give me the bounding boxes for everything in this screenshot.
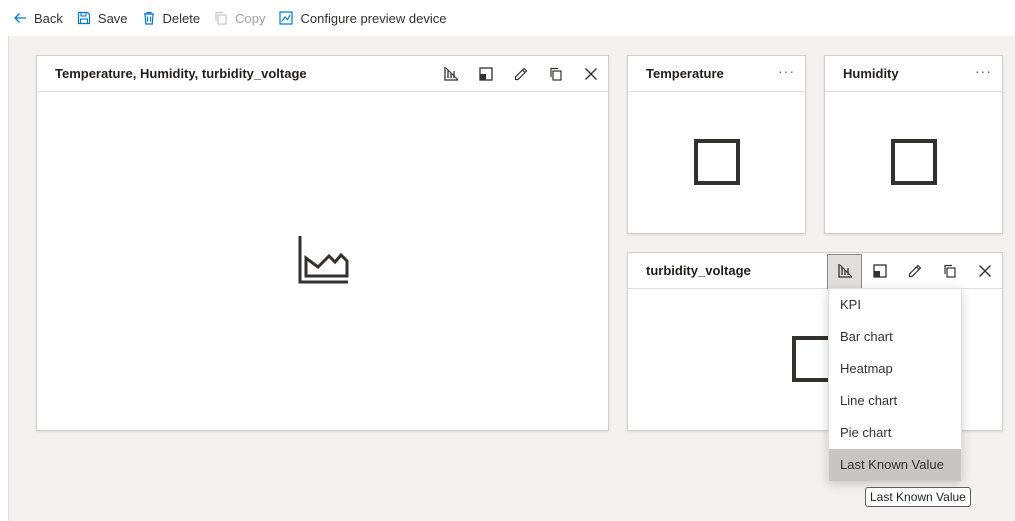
tile-size-icon bbox=[872, 264, 887, 278]
copy-icon bbox=[549, 67, 562, 81]
copy-icon bbox=[943, 264, 956, 278]
tile-header: turbidity_voltage bbox=[628, 253, 1002, 289]
tile-title: Temperature, Humidity, turbidity_voltage bbox=[55, 66, 307, 81]
save-icon bbox=[77, 11, 91, 25]
menu-item-bar-chart[interactable]: Bar chart bbox=[829, 321, 961, 353]
menu-item-heatmap[interactable]: Heatmap bbox=[829, 353, 961, 385]
remove-tile-button[interactable] bbox=[967, 254, 1002, 289]
tile-title: Humidity bbox=[843, 66, 899, 81]
copy-label: Copy bbox=[235, 10, 266, 26]
chart-type-icon bbox=[443, 67, 458, 81]
trash-icon bbox=[143, 11, 154, 25]
pencil-icon bbox=[514, 67, 527, 81]
delete-label: Delete bbox=[162, 10, 201, 26]
tile-header: Temperature ··· bbox=[628, 56, 805, 92]
change-visualization-button[interactable] bbox=[827, 253, 862, 289]
configure-preview-device-button[interactable]: Configure preview device bbox=[272, 0, 453, 36]
chart-type-icon bbox=[837, 264, 852, 278]
change-visualization-button[interactable] bbox=[433, 57, 468, 92]
menu-item-pie-chart[interactable]: Pie chart bbox=[829, 417, 961, 449]
save-button[interactable]: Save bbox=[70, 0, 135, 36]
close-icon bbox=[978, 265, 991, 277]
command-bar: Back Save Delete Copy Configure preview … bbox=[0, 0, 1015, 36]
tile-humidity[interactable]: Humidity ··· bbox=[824, 55, 1003, 234]
delete-button[interactable]: Delete bbox=[135, 0, 208, 36]
remove-tile-button[interactable] bbox=[573, 57, 608, 92]
tile-size-button[interactable] bbox=[468, 57, 503, 92]
tile-size-button[interactable] bbox=[862, 254, 897, 289]
tile-body bbox=[37, 92, 608, 430]
pencil-icon bbox=[908, 264, 921, 278]
tile-actions bbox=[827, 253, 1002, 289]
copy-tile-button[interactable] bbox=[932, 254, 967, 289]
tile-body bbox=[628, 92, 805, 233]
close-icon bbox=[584, 68, 597, 80]
save-label: Save bbox=[97, 10, 128, 26]
tile-actions bbox=[433, 56, 608, 92]
edit-tile-button[interactable] bbox=[897, 254, 932, 289]
edit-tile-button[interactable] bbox=[503, 57, 538, 92]
copy-button[interactable]: Copy bbox=[207, 0, 272, 36]
tile-header: Temperature, Humidity, turbidity_voltage bbox=[37, 56, 608, 92]
tile-combined-chart[interactable]: Temperature, Humidity, turbidity_voltage bbox=[36, 55, 609, 431]
last-known-value-placeholder-icon bbox=[891, 139, 937, 185]
area-chart-icon bbox=[298, 236, 349, 284]
tile-body bbox=[825, 92, 1002, 233]
menu-item-last-known-value[interactable]: Last Known Value bbox=[829, 449, 961, 481]
menu-item-line-chart[interactable]: Line chart bbox=[829, 385, 961, 417]
back-arrow-icon bbox=[14, 13, 26, 23]
tile-header: Humidity ··· bbox=[825, 56, 1002, 92]
copy-icon bbox=[215, 11, 227, 25]
chart-config-icon bbox=[279, 11, 294, 25]
last-known-value-placeholder-icon bbox=[694, 139, 740, 185]
more-options-icon[interactable]: ··· bbox=[975, 64, 992, 78]
back-label: Back bbox=[34, 10, 63, 26]
more-options-icon[interactable]: ··· bbox=[778, 64, 795, 78]
visualization-type-menu: KPI Bar chart Heatmap Line chart Pie cha… bbox=[828, 288, 962, 481]
menu-item-kpi[interactable]: KPI bbox=[829, 289, 961, 321]
copy-tile-button[interactable] bbox=[538, 57, 573, 92]
tile-temperature[interactable]: Temperature ··· bbox=[627, 55, 806, 234]
back-button[interactable]: Back bbox=[6, 0, 70, 36]
tile-title: turbidity_voltage bbox=[646, 263, 751, 278]
configure-label: Configure preview device bbox=[300, 10, 447, 26]
tooltip: Last Known Value bbox=[865, 487, 971, 507]
tile-size-icon bbox=[478, 67, 493, 81]
tile-title: Temperature bbox=[646, 66, 724, 81]
